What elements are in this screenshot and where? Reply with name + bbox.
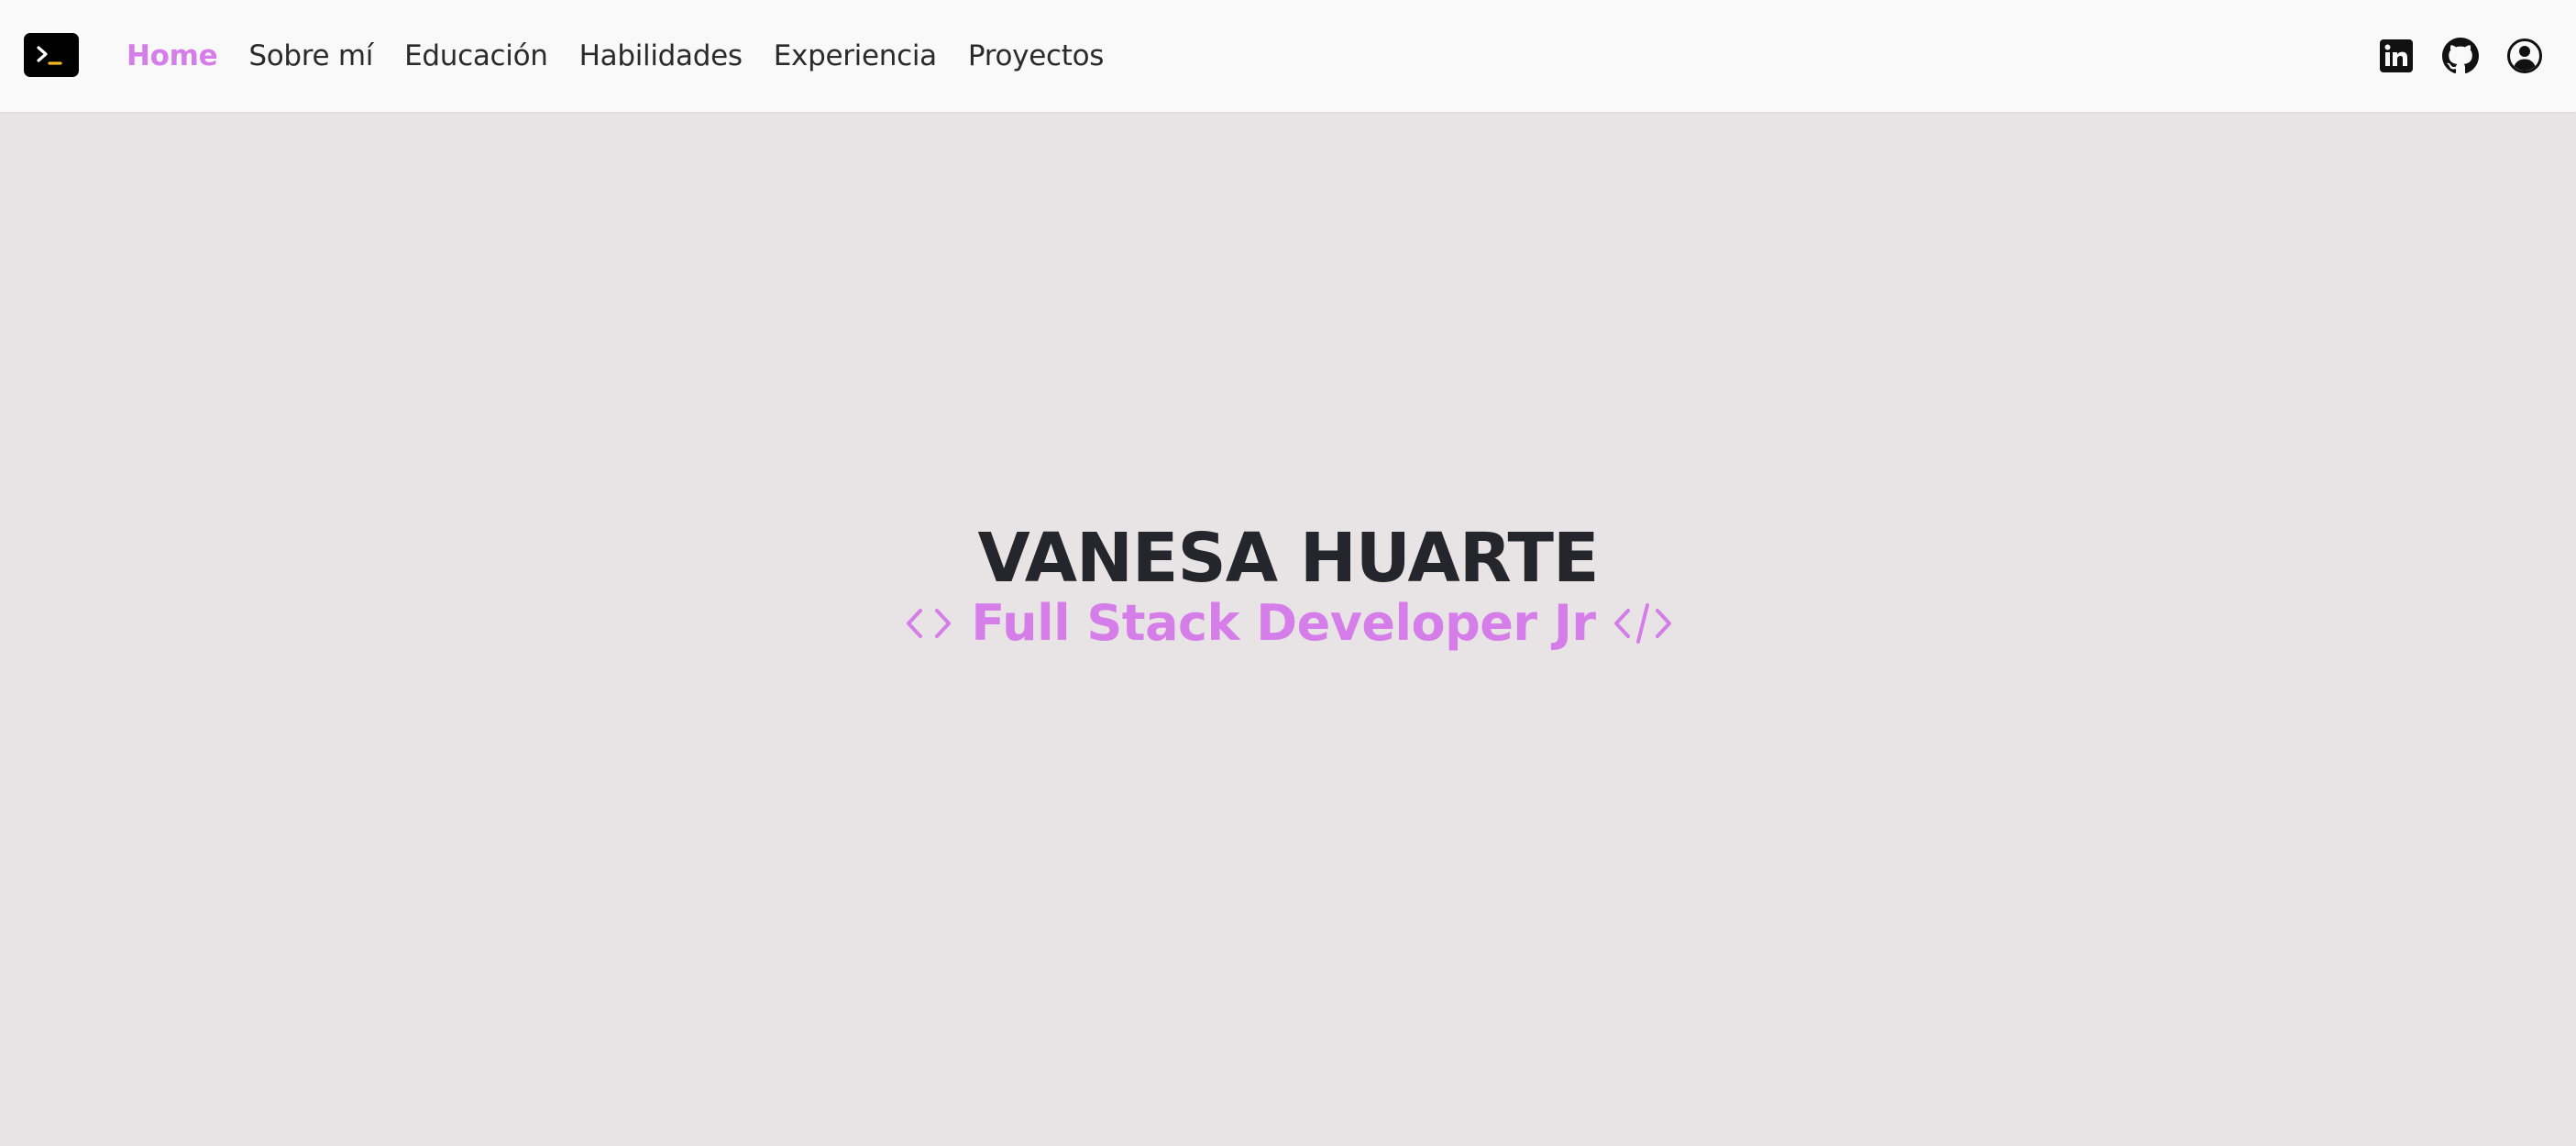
code-brackets-icon: [903, 601, 954, 645]
nav-link-proyectos[interactable]: Proyectos: [968, 39, 1105, 72]
nav-link-sobre-mi[interactable]: Sobre mí: [248, 39, 373, 72]
hero-subtitle-text: Full Stack Developer Jr: [971, 594, 1596, 652]
user-circle-icon[interactable]: [2506, 38, 2543, 74]
nav-link-experiencia[interactable]: Experiencia: [774, 39, 937, 72]
terminal-icon: [37, 46, 62, 65]
terminal-logo-icon[interactable]: [24, 33, 79, 77]
nav-link-habilidades[interactable]: Habilidades: [579, 39, 743, 72]
hero-subtitle: Full Stack Developer Jr: [0, 598, 2576, 649]
social-icons: [2350, 0, 2543, 112]
nav-link-home[interactable]: Home: [127, 39, 218, 72]
github-icon[interactable]: [2442, 38, 2479, 74]
main-nav: Home Sobre mí Educación Habilidades Expe…: [127, 0, 1135, 112]
linkedin-icon[interactable]: [2378, 38, 2415, 74]
code-slash-icon: [1613, 598, 1673, 649]
hero-name: VANESA HUARTE: [977, 518, 1599, 598]
nav-link-educacion[interactable]: Educación: [404, 39, 548, 72]
navbar: Home Sobre mí Educación Habilidades Expe…: [0, 0, 2576, 112]
